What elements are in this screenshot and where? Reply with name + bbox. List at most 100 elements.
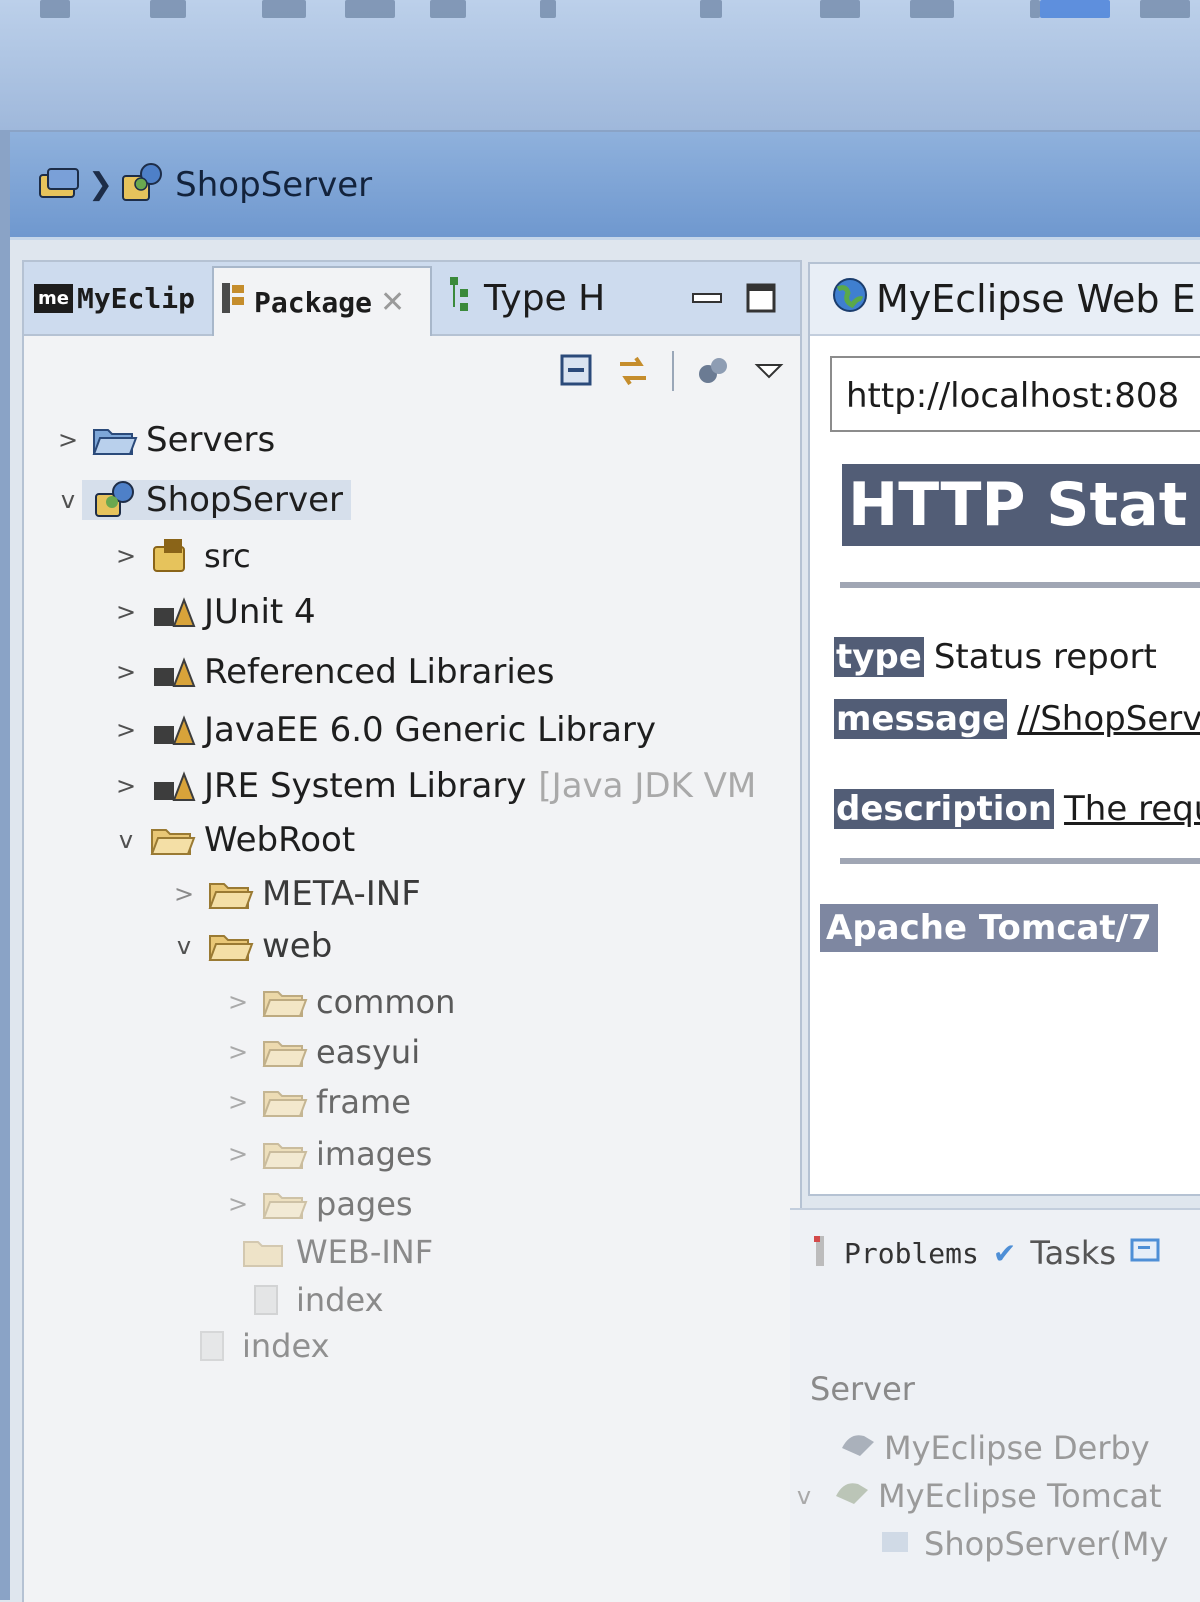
project-icon [92,481,138,519]
status-description-line: description The requ [834,784,1200,834]
link-editor-icon [620,356,646,386]
tab-type-hierarchy[interactable]: Type H [442,266,642,330]
workspace-icon[interactable] [38,165,82,205]
type-key: type [834,637,924,677]
description-key: description [834,789,1055,829]
chevron-down-icon[interactable]: v [790,1482,818,1510]
http-status-heading: HTTP Stat [842,464,1200,546]
toolbar-server-icon[interactable] [910,0,954,18]
project-icon[interactable] [119,162,165,208]
focus-button[interactable] [696,354,730,388]
message-key: message [834,699,1008,739]
toolbar-print-icon[interactable] [262,0,306,18]
tree-item-index-file[interactable]: index [150,1320,330,1372]
servers-header: Server [810,1370,915,1408]
toolbar-debug-icon[interactable] [430,0,466,18]
tree-item-index-file[interactable]: index [204,1274,384,1326]
explorer-view-toolbar [560,346,786,396]
browser-tab[interactable]: MyEclipse Web E [810,264,1200,336]
toolbar-run-icon[interactable] [345,0,395,18]
tree-item-label: ShopServer [146,480,344,520]
server-deployment-item[interactable]: ShopServer(My [878,1524,1168,1564]
tree-item-webroot[interactable]: v WebRoot [112,814,355,866]
chevron-right-icon[interactable]: > [54,426,82,454]
chevron-right-icon[interactable]: > [112,716,140,744]
toolbar-perspective-icon[interactable] [1040,0,1110,18]
tree-item-web-inf[interactable]: WEB-INF [204,1226,433,1278]
tab-myeclipse-explorer[interactable]: me MyEclip [28,266,226,330]
tree-item-meta-inf[interactable]: > META-INF [170,868,421,920]
toolbar-new-icon[interactable] [40,0,70,18]
toolbar-search-icon[interactable] [700,0,722,18]
toolbar-window-icon[interactable] [1140,0,1190,18]
library-icon [150,711,196,749]
toolbar-deploy-icon[interactable] [820,0,860,18]
tree-item-javaee-library[interactable]: > JavaEE 6.0 Generic Library [112,704,656,756]
minimize-button[interactable] [684,266,724,330]
tree-item-referenced-libraries[interactable]: > Referenced Libraries [112,646,555,698]
chevron-right-icon[interactable]: > [224,1088,252,1116]
folder-icon [262,983,308,1021]
tree-item-label: src [204,537,251,575]
url-input[interactable]: http://localhost:808 [830,356,1200,432]
chevron-right-icon[interactable]: > [224,988,252,1016]
chevron-right-icon[interactable]: > [224,1190,252,1218]
message-value: //ShopServe [1017,699,1200,739]
tree-item-easyui[interactable]: > easyui [224,1026,420,1078]
server-item-tomcat[interactable]: v MyEclipse Tomcat [790,1476,1162,1516]
view-menu-button[interactable] [752,354,786,388]
chevron-down-icon[interactable]: v [170,932,198,960]
tree-item-src[interactable]: > src [112,530,251,582]
maximize-icon [746,283,776,313]
tree-item-label: WebRoot [204,820,356,860]
tree-item-label: Referenced Libraries [204,652,555,692]
chevron-down-icon[interactable]: v [54,486,82,514]
close-icon[interactable]: ✕ [380,285,405,320]
tree-item-frame[interactable]: > frame [224,1076,411,1128]
tab-package-explorer[interactable]: Package ✕ [212,266,432,336]
tree-item-jre-library[interactable]: > JRE System Library [Java JDK VM [112,760,756,812]
folder-icon [262,1185,308,1223]
description-value: The requ [1064,789,1200,829]
chevron-right-icon[interactable]: > [224,1140,252,1168]
status-message-line: message //ShopServe [834,694,1200,744]
maximize-button[interactable] [736,266,780,330]
toolbar-separator-icon [1030,0,1040,18]
tree-item-shopserver[interactable]: v ShopServer [54,474,352,526]
status-type-line: type Status report [834,632,1157,682]
chevron-right-icon[interactable]: > [224,1038,252,1066]
toolbar-separator [672,351,674,391]
chevron-right-icon[interactable]: > [112,658,140,686]
tree-item-images[interactable]: > images [224,1128,432,1180]
chevron-down-icon[interactable]: v [112,826,140,854]
file-icon [242,1281,288,1319]
tree-item-label: WEB-INF [296,1233,434,1271]
chevron-right-icon[interactable]: > [112,772,140,800]
tab-tasks[interactable]: Tasks [1030,1234,1116,1272]
collapse-all-icon [560,354,592,386]
collapse-all-button[interactable] [560,354,594,388]
folder-icon [262,1083,308,1121]
tree-item-web[interactable]: v web [170,920,332,972]
tree-item-junit[interactable]: > JUnit 4 [112,586,316,638]
link-with-editor-button[interactable] [616,354,650,388]
tree-item-label: frame [316,1083,411,1121]
chevron-right-icon[interactable]: > [170,880,198,908]
tree-item-pages[interactable]: > pages [224,1178,413,1230]
tree-item-common[interactable]: > common [224,976,455,1028]
console-icon[interactable] [1130,1236,1160,1270]
folder-icon [208,875,254,913]
tab-problems[interactable]: Problems [844,1237,979,1270]
tree-item-decoration: [Java JDK VM [538,766,757,806]
chevron-right-icon[interactable]: > [112,542,140,570]
breadcrumb-project-label[interactable]: ShopServer [175,165,372,205]
folder-icon [92,421,138,459]
tree-item-servers[interactable]: > Servers [54,414,275,466]
tasks-check-icon: ✔ [992,1236,1017,1270]
server-icon [834,1476,870,1516]
chevron-right-icon[interactable]: > [112,598,140,626]
toolbar-save-icon[interactable] [150,0,186,18]
type-hierarchy-icon [448,275,472,321]
server-item-label: MyEclipse Derby [884,1429,1150,1467]
server-item-derby[interactable]: MyEclipse Derby [840,1428,1150,1468]
